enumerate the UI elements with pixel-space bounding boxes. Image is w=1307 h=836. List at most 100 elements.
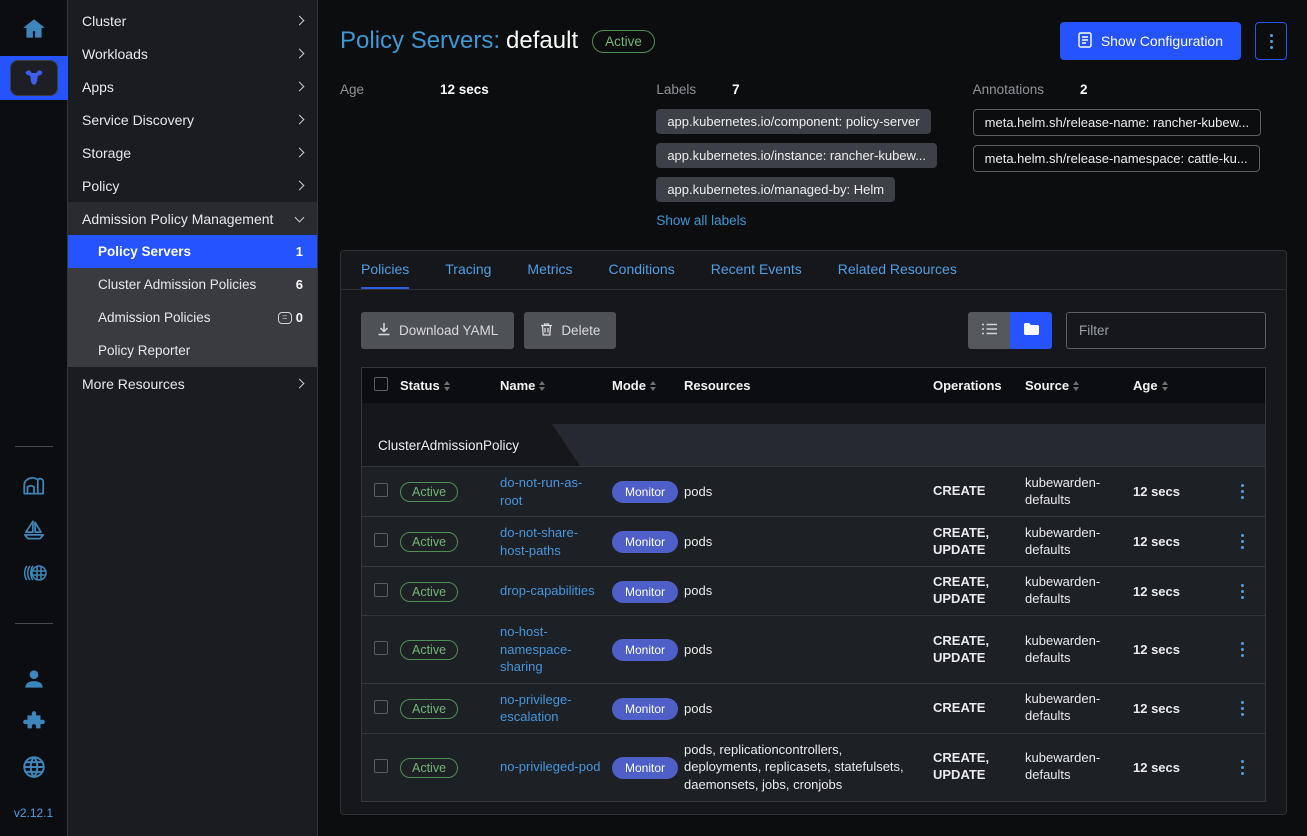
sidebar-item-admission-policies[interactable]: Admission Policies = 0 <box>68 301 317 334</box>
app-version: v2.12.1 <box>14 806 53 820</box>
download-icon <box>377 322 391 339</box>
source-cell: kubewarden-defaults <box>1025 525 1133 559</box>
count-badge: 0 <box>296 310 303 325</box>
resources-cell: pods, replicationcontrollers, deployment… <box>684 741 933 794</box>
kebab-icon <box>1241 484 1244 499</box>
chevron-right-icon <box>295 115 305 125</box>
policy-name-link[interactable]: do-not-run-as-root <box>500 474 612 509</box>
column-header-name[interactable]: Name <box>500 378 612 393</box>
row-kebab-menu-button[interactable] <box>1219 484 1265 499</box>
group-tab: ClusterAdmissionPolicy <box>362 424 580 466</box>
kebab-icon <box>1241 534 1244 549</box>
policy-name-link[interactable]: no-host-namespace-sharing <box>500 623 612 676</box>
policy-name-link[interactable]: drop-capabilities <box>500 582 605 600</box>
table-toolbar: Download YAML Delete <box>361 312 1266 349</box>
yarn-ball-button[interactable] <box>19 561 49 585</box>
column-header-source[interactable]: Source <box>1025 378 1133 393</box>
sidebar-item-storage[interactable]: Storage <box>68 136 317 169</box>
sidebar-item-policy-reporter[interactable]: Policy Reporter <box>68 334 317 367</box>
sidebar-item-workloads[interactable]: Workloads <box>68 37 317 70</box>
column-header-resources[interactable]: Resources <box>684 378 933 393</box>
row-kebab-menu-button[interactable] <box>1219 584 1265 599</box>
row-kebab-menu-button[interactable] <box>1219 642 1265 657</box>
tab-metrics[interactable]: Metrics <box>527 251 572 289</box>
tab-conditions[interactable]: Conditions <box>609 251 675 289</box>
sidebar-item-label: Apps <box>82 79 296 95</box>
chevron-right-icon <box>295 49 305 59</box>
header-kebab-menu-button[interactable] <box>1255 22 1287 60</box>
list-view-button[interactable] <box>968 312 1010 349</box>
policy-name-link[interactable]: do-not-share-host-paths <box>500 524 612 559</box>
status-badge: Active <box>400 758 458 778</box>
row-checkbox[interactable] <box>374 759 388 773</box>
sidebar-item-service-discovery[interactable]: Service Discovery <box>68 103 317 136</box>
source-cell: kubewarden-defaults <box>1025 633 1133 667</box>
tab-tracing[interactable]: Tracing <box>445 251 491 289</box>
annotation-chip: meta.helm.sh/release-namespace: cattle-k… <box>973 145 1260 172</box>
grouped-view-button[interactable] <box>1010 312 1052 349</box>
annotations-label: Annotations <box>973 82 1044 97</box>
policy-name-link[interactable]: no-privileged-pod <box>500 758 610 776</box>
mode-badge: Monitor <box>612 698 678 720</box>
age-detail: Age 12 secs <box>340 82 656 97</box>
sidebar-item-more-resources[interactable]: More Resources <box>68 367 317 400</box>
row-kebab-menu-button[interactable] <box>1219 760 1265 775</box>
sidebar-item-policy-servers[interactable]: Policy Servers 1 <box>68 235 317 268</box>
tab-policies[interactable]: Policies <box>361 251 409 289</box>
row-checkbox[interactable] <box>374 641 388 655</box>
column-header-operations[interactable]: Operations <box>933 378 1025 393</box>
column-header-age[interactable]: Age <box>1133 378 1219 393</box>
cluster-explorer-button[interactable] <box>0 56 68 100</box>
table-row: Active no-privileged-pod Monitor pods, r… <box>362 733 1265 801</box>
label-chips: app.kubernetes.io/component: policy-serv… <box>656 109 972 202</box>
extensions-button[interactable] <box>21 710 47 736</box>
sidebar-item-policy[interactable]: Policy <box>68 169 317 202</box>
status-badge: Active <box>400 699 458 719</box>
chevron-right-icon <box>295 16 305 26</box>
row-kebab-menu-button[interactable] <box>1219 534 1265 549</box>
sidebar-subsection: Policy Servers 1 Cluster Admission Polic… <box>68 235 317 367</box>
table-header: Status Name Mode Resources <box>362 368 1265 403</box>
status-badge: Active <box>400 532 458 552</box>
row-checkbox[interactable] <box>374 533 388 547</box>
column-header-mode[interactable]: Mode <box>612 378 684 393</box>
column-header-status[interactable]: Status <box>400 378 500 393</box>
label-chip: app.kubernetes.io/instance: rancher-kube… <box>656 143 937 168</box>
tab-related-resources[interactable]: Related Resources <box>838 251 957 289</box>
filter-input[interactable] <box>1066 312 1266 349</box>
tab-recent-events[interactable]: Recent Events <box>711 251 802 289</box>
row-kebab-menu-button[interactable] <box>1219 701 1265 716</box>
show-all-labels-link[interactable]: Show all labels <box>656 213 746 228</box>
policies-table: Status Name Mode Resources <box>361 367 1266 802</box>
sidebar-item-cluster[interactable]: Cluster <box>68 4 317 37</box>
namespace-count-icon: = <box>278 312 292 324</box>
user-button[interactable] <box>21 666 47 692</box>
page-title-name: default <box>506 27 578 54</box>
header-actions: Show Configuration <box>1060 22 1287 60</box>
show-configuration-button[interactable]: Show Configuration <box>1060 22 1241 60</box>
delete-button[interactable]: Delete <box>524 312 616 349</box>
sailboat-icon <box>20 517 48 543</box>
download-yaml-button[interactable]: Download YAML <box>361 312 514 349</box>
sidebar-section-admission-policy-management[interactable]: Admission Policy Management <box>68 202 317 235</box>
harvester-button[interactable] <box>20 473 48 499</box>
row-checkbox[interactable] <box>374 583 388 597</box>
mode-badge: Monitor <box>612 639 678 661</box>
globe-button[interactable] <box>21 754 47 780</box>
table-row: Active drop-capabilities Monitor pods CR… <box>362 566 1265 615</box>
select-all-checkbox[interactable] <box>374 377 388 391</box>
puzzle-icon <box>21 710 47 736</box>
row-checkbox[interactable] <box>374 483 388 497</box>
sidebar-item-apps[interactable]: Apps <box>68 70 317 103</box>
sidebar-item-label: Policy Reporter <box>98 343 303 358</box>
status-badge: Active <box>400 640 458 660</box>
row-checkbox[interactable] <box>374 700 388 714</box>
policy-name-link[interactable]: no-privilege-escalation <box>500 691 612 726</box>
annotations-count: 2 <box>1080 82 1088 97</box>
sidebar-item-label: Policy <box>82 178 296 194</box>
fleet-button[interactable] <box>20 517 48 543</box>
age-label: Age <box>340 82 440 97</box>
home-button[interactable] <box>20 16 48 42</box>
sidebar-item-cluster-admission-policies[interactable]: Cluster Admission Policies 6 <box>68 268 317 301</box>
kebab-icon <box>1241 642 1244 657</box>
